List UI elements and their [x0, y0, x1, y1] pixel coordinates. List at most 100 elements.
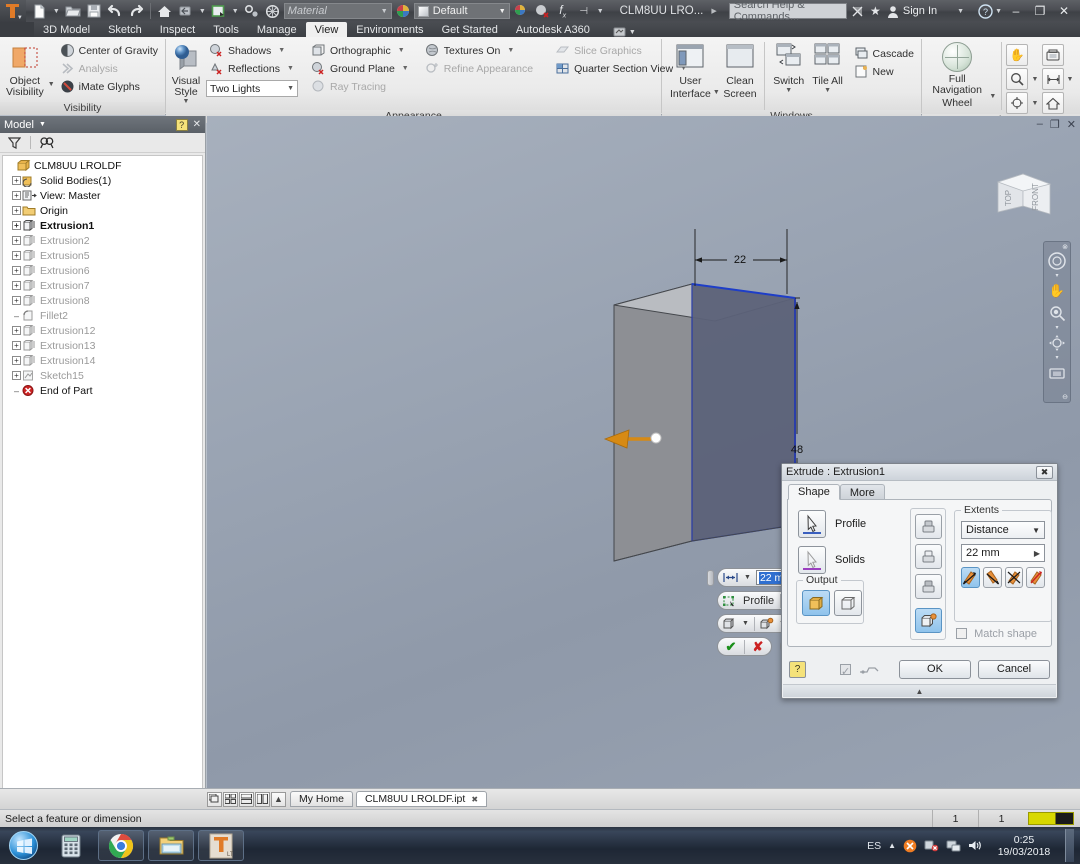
- tab-manage[interactable]: Manage: [248, 22, 306, 37]
- application-menu-button[interactable]: ▼: [0, 0, 26, 22]
- clean-screen-button[interactable]: Clean Screen: [722, 40, 758, 100]
- taskbar-explorer[interactable]: [148, 830, 194, 861]
- tree-expander[interactable]: +: [11, 340, 22, 351]
- tree-item-extrusion12[interactable]: + Extrusion12: [3, 323, 202, 338]
- tab-inspect[interactable]: Inspect: [151, 22, 204, 37]
- open-document-button[interactable]: [63, 1, 83, 21]
- user-interface-button[interactable]: User Interface: [670, 40, 711, 100]
- share-icon[interactable]: [851, 2, 865, 20]
- tree-item-end-of-part[interactable]: – End of Part: [3, 383, 202, 398]
- orbit-home-icon[interactable]: [1042, 44, 1064, 66]
- help-caret-icon[interactable]: ▼: [993, 8, 1004, 15]
- tree-item-extrusion6[interactable]: + Extrusion6: [3, 263, 202, 278]
- analysis-button[interactable]: Analysis: [57, 60, 161, 77]
- volume-icon[interactable]: [968, 839, 983, 852]
- tree-expander[interactable]: +: [11, 220, 22, 231]
- output-solid-button[interactable]: [802, 590, 830, 616]
- restore-button[interactable]: ❐: [1028, 1, 1052, 21]
- cancel-button[interactable]: Cancel: [978, 659, 1050, 679]
- switch-caret-icon[interactable]: ▼: [783, 87, 794, 94]
- new-document-caret-icon[interactable]: ▼: [51, 8, 62, 15]
- antivirus-icon[interactable]: [903, 839, 917, 853]
- tab-view[interactable]: View: [305, 22, 348, 37]
- tree-item-extrusion2[interactable]: + Extrusion2: [3, 233, 202, 248]
- ground-plane-caret-icon[interactable]: ▼: [402, 65, 409, 72]
- tab-tools[interactable]: Tools: [204, 22, 248, 37]
- zoom-caret-icon[interactable]: ▼: [1028, 76, 1042, 83]
- minimize-button[interactable]: –: [1004, 1, 1028, 21]
- mini-toolbar-grip[interactable]: [707, 569, 714, 586]
- operation-join-button[interactable]: [914, 514, 942, 539]
- show-desktop-button[interactable]: [1065, 829, 1074, 862]
- shadows-button[interactable]: Shadows ▼: [206, 42, 298, 59]
- new-window-button[interactable]: New: [851, 63, 917, 80]
- ray-tracing-button[interactable]: Ray Tracing: [308, 78, 412, 95]
- doctab-part-file[interactable]: CLM8UU LROLDF.ipt ✖: [355, 791, 488, 807]
- tree-item-extrusion13[interactable]: + Extrusion13: [3, 338, 202, 353]
- user-interface-caret-icon[interactable]: ▼: [711, 89, 722, 96]
- tree-expander[interactable]: +: [11, 295, 22, 306]
- lighting-style-caret-icon[interactable]: ▼: [287, 85, 294, 92]
- direction-2-button[interactable]: [982, 567, 1002, 588]
- material-selector[interactable]: Material ▼: [283, 3, 392, 19]
- extents-type-select[interactable]: Distance ▼: [961, 521, 1045, 539]
- favorites-star-icon[interactable]: ★: [868, 2, 882, 20]
- save-document-button[interactable]: [84, 1, 104, 21]
- orthographic-caret-icon[interactable]: ▼: [398, 47, 405, 54]
- tree-item-extrusion8[interactable]: + Extrusion8: [3, 293, 202, 308]
- close-button[interactable]: ✕: [1052, 1, 1076, 21]
- return-button[interactable]: [176, 1, 196, 21]
- show-hidden-icon[interactable]: ▲: [888, 841, 896, 850]
- profile-select-icon[interactable]: [720, 593, 739, 609]
- taskbar-calculator[interactable]: [48, 830, 94, 861]
- material-palette-button[interactable]: [393, 1, 413, 21]
- tree-item-sketch15[interactable]: + Sketch15: [3, 368, 202, 383]
- new-document-button[interactable]: [30, 1, 50, 21]
- tree-item-view-master[interactable]: + View: Master: [3, 188, 202, 203]
- taskbar-chrome[interactable]: [98, 830, 144, 861]
- tile-all-button[interactable]: Tile All ▼: [809, 40, 847, 94]
- extents-distance-expand-icon[interactable]: ▶: [1034, 549, 1040, 558]
- output-surface-button[interactable]: [834, 590, 862, 616]
- direction-1-button[interactable]: [961, 567, 980, 588]
- mini-toolbar-ok-button[interactable]: ✔: [720, 639, 742, 655]
- orthographic-button[interactable]: Orthographic ▼: [308, 42, 412, 59]
- home-view-icon[interactable]: [1042, 92, 1064, 114]
- tree-item-extrusion1[interactable]: + Extrusion1: [3, 218, 202, 233]
- select-button[interactable]: [242, 1, 262, 21]
- document-title-caret-icon[interactable]: ▶: [711, 7, 716, 15]
- distance-extent-icon[interactable]: [720, 570, 741, 586]
- ribbon-overflow[interactable]: ▼: [613, 27, 636, 37]
- update-button[interactable]: [209, 1, 229, 21]
- operation-cut-button[interactable]: [914, 544, 942, 569]
- pan-icon[interactable]: ✋: [1006, 44, 1028, 66]
- network-flag-icon[interactable]: [924, 839, 939, 853]
- preview-checkbox[interactable]: ✓: [840, 663, 851, 678]
- browser-title-caret-icon[interactable]: ▼: [39, 121, 46, 128]
- switch-windows-button[interactable]: Switch ▼: [769, 40, 809, 94]
- match-shape-checkbox[interactable]: [956, 628, 967, 639]
- operation-new-solid-button[interactable]: [914, 608, 942, 633]
- tree-item-solid-bodies[interactable]: + Solid Bodies(1): [3, 173, 202, 188]
- tree-expander[interactable]: +: [11, 190, 22, 201]
- object-visibility-button[interactable]: Object Visibility: [4, 40, 46, 98]
- browser-help-icon[interactable]: ?: [175, 118, 188, 131]
- tree-expander[interactable]: +: [11, 325, 22, 336]
- reflections-button[interactable]: Reflections ▼: [206, 60, 298, 77]
- zoom-icon[interactable]: [1006, 68, 1028, 90]
- extents-distance-input[interactable]: 22 mm ▶: [961, 544, 1045, 562]
- reflections-caret-icon[interactable]: ▼: [287, 65, 294, 72]
- measure-button[interactable]: fx: [553, 1, 573, 21]
- tree-item-origin[interactable]: + Origin: [3, 203, 202, 218]
- tab-more[interactable]: More: [839, 484, 885, 500]
- tab-3d-model[interactable]: 3D Model: [34, 22, 99, 37]
- doctab-my-home[interactable]: My Home: [290, 791, 353, 807]
- material-caret-icon[interactable]: ▼: [381, 8, 388, 15]
- navigation-wheel-caret-icon[interactable]: ▼: [987, 93, 998, 100]
- look-at-caret-icon[interactable]: ▼: [1064, 76, 1076, 83]
- sign-in-caret-icon[interactable]: ▼: [955, 8, 966, 15]
- filter-icon[interactable]: [6, 135, 22, 151]
- shadows-caret-icon[interactable]: ▼: [278, 47, 285, 54]
- visual-style-button[interactable]: Visual Style ▼: [170, 40, 202, 105]
- tree-item-extrusion5[interactable]: + Extrusion5: [3, 248, 202, 263]
